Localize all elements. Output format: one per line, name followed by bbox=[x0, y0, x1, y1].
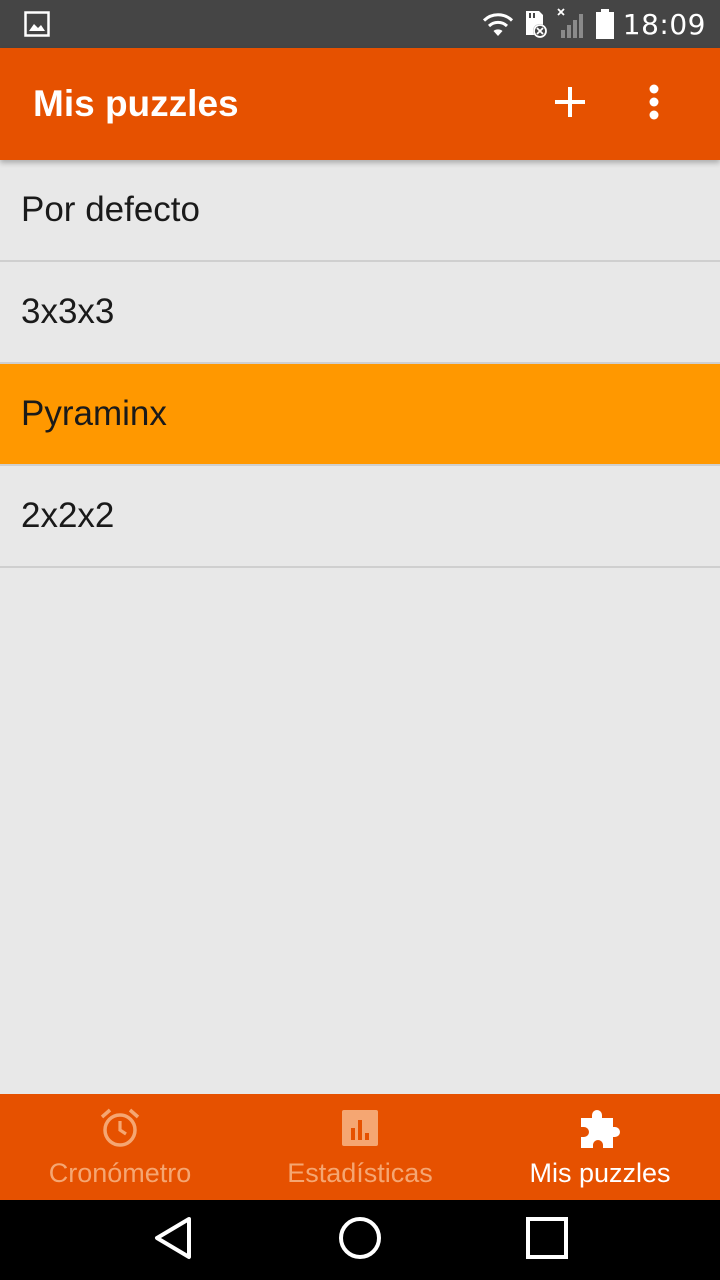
list-item-selected[interactable]: Pyraminx bbox=[0, 364, 720, 466]
app-bar: Mis puzzles bbox=[0, 48, 720, 160]
home-icon bbox=[338, 1216, 382, 1265]
nav-item-cronometro[interactable]: Cronómetro bbox=[0, 1094, 240, 1200]
system-navigation-bar bbox=[0, 1200, 720, 1280]
bottom-navigation: Cronómetro Estadísticas Mis puzzles bbox=[0, 1094, 720, 1200]
wifi-icon bbox=[481, 11, 515, 37]
bar-chart-icon bbox=[340, 1106, 380, 1150]
list-item[interactable]: 2x2x2 bbox=[0, 466, 720, 568]
status-time: 18:09 bbox=[622, 7, 706, 41]
back-icon bbox=[153, 1216, 193, 1265]
alarm-clock-icon bbox=[98, 1106, 142, 1150]
nav-item-estadisticas[interactable]: Estadísticas bbox=[240, 1094, 480, 1200]
puzzle-list: Por defecto 3x3x3 Pyraminx 2x2x2 bbox=[0, 160, 720, 568]
system-back-button[interactable] bbox=[133, 1200, 213, 1280]
nav-label: Mis puzzles bbox=[529, 1158, 671, 1188]
nav-item-mis-puzzles[interactable]: Mis puzzles bbox=[480, 1094, 720, 1200]
more-vert-icon bbox=[648, 84, 660, 125]
list-item[interactable]: Por defecto bbox=[0, 160, 720, 262]
sd-card-error-icon bbox=[523, 9, 549, 39]
system-home-button[interactable] bbox=[320, 1200, 400, 1280]
page-title: Mis puzzles bbox=[33, 83, 239, 124]
system-recents-button[interactable] bbox=[507, 1200, 587, 1280]
recents-icon bbox=[525, 1216, 569, 1265]
add-icon bbox=[554, 86, 586, 123]
nav-label: Cronómetro bbox=[48, 1158, 192, 1188]
list-item-label: Pyraminx bbox=[21, 394, 167, 433]
list-item[interactable]: 3x3x3 bbox=[0, 262, 720, 364]
image-notification-icon bbox=[24, 11, 50, 37]
list-item-label: 2x2x2 bbox=[21, 496, 115, 535]
add-puzzle-button[interactable] bbox=[528, 62, 612, 146]
puzzle-piece-icon bbox=[578, 1106, 622, 1150]
signal-no-sim-icon bbox=[557, 8, 587, 40]
list-item-label: 3x3x3 bbox=[21, 292, 115, 331]
list-item-label: Por defecto bbox=[21, 190, 200, 229]
overflow-menu-button[interactable] bbox=[612, 62, 696, 146]
battery-icon bbox=[595, 8, 615, 40]
nav-label: Estadísticas bbox=[287, 1158, 433, 1188]
status-bar: 18:09 bbox=[0, 0, 720, 48]
